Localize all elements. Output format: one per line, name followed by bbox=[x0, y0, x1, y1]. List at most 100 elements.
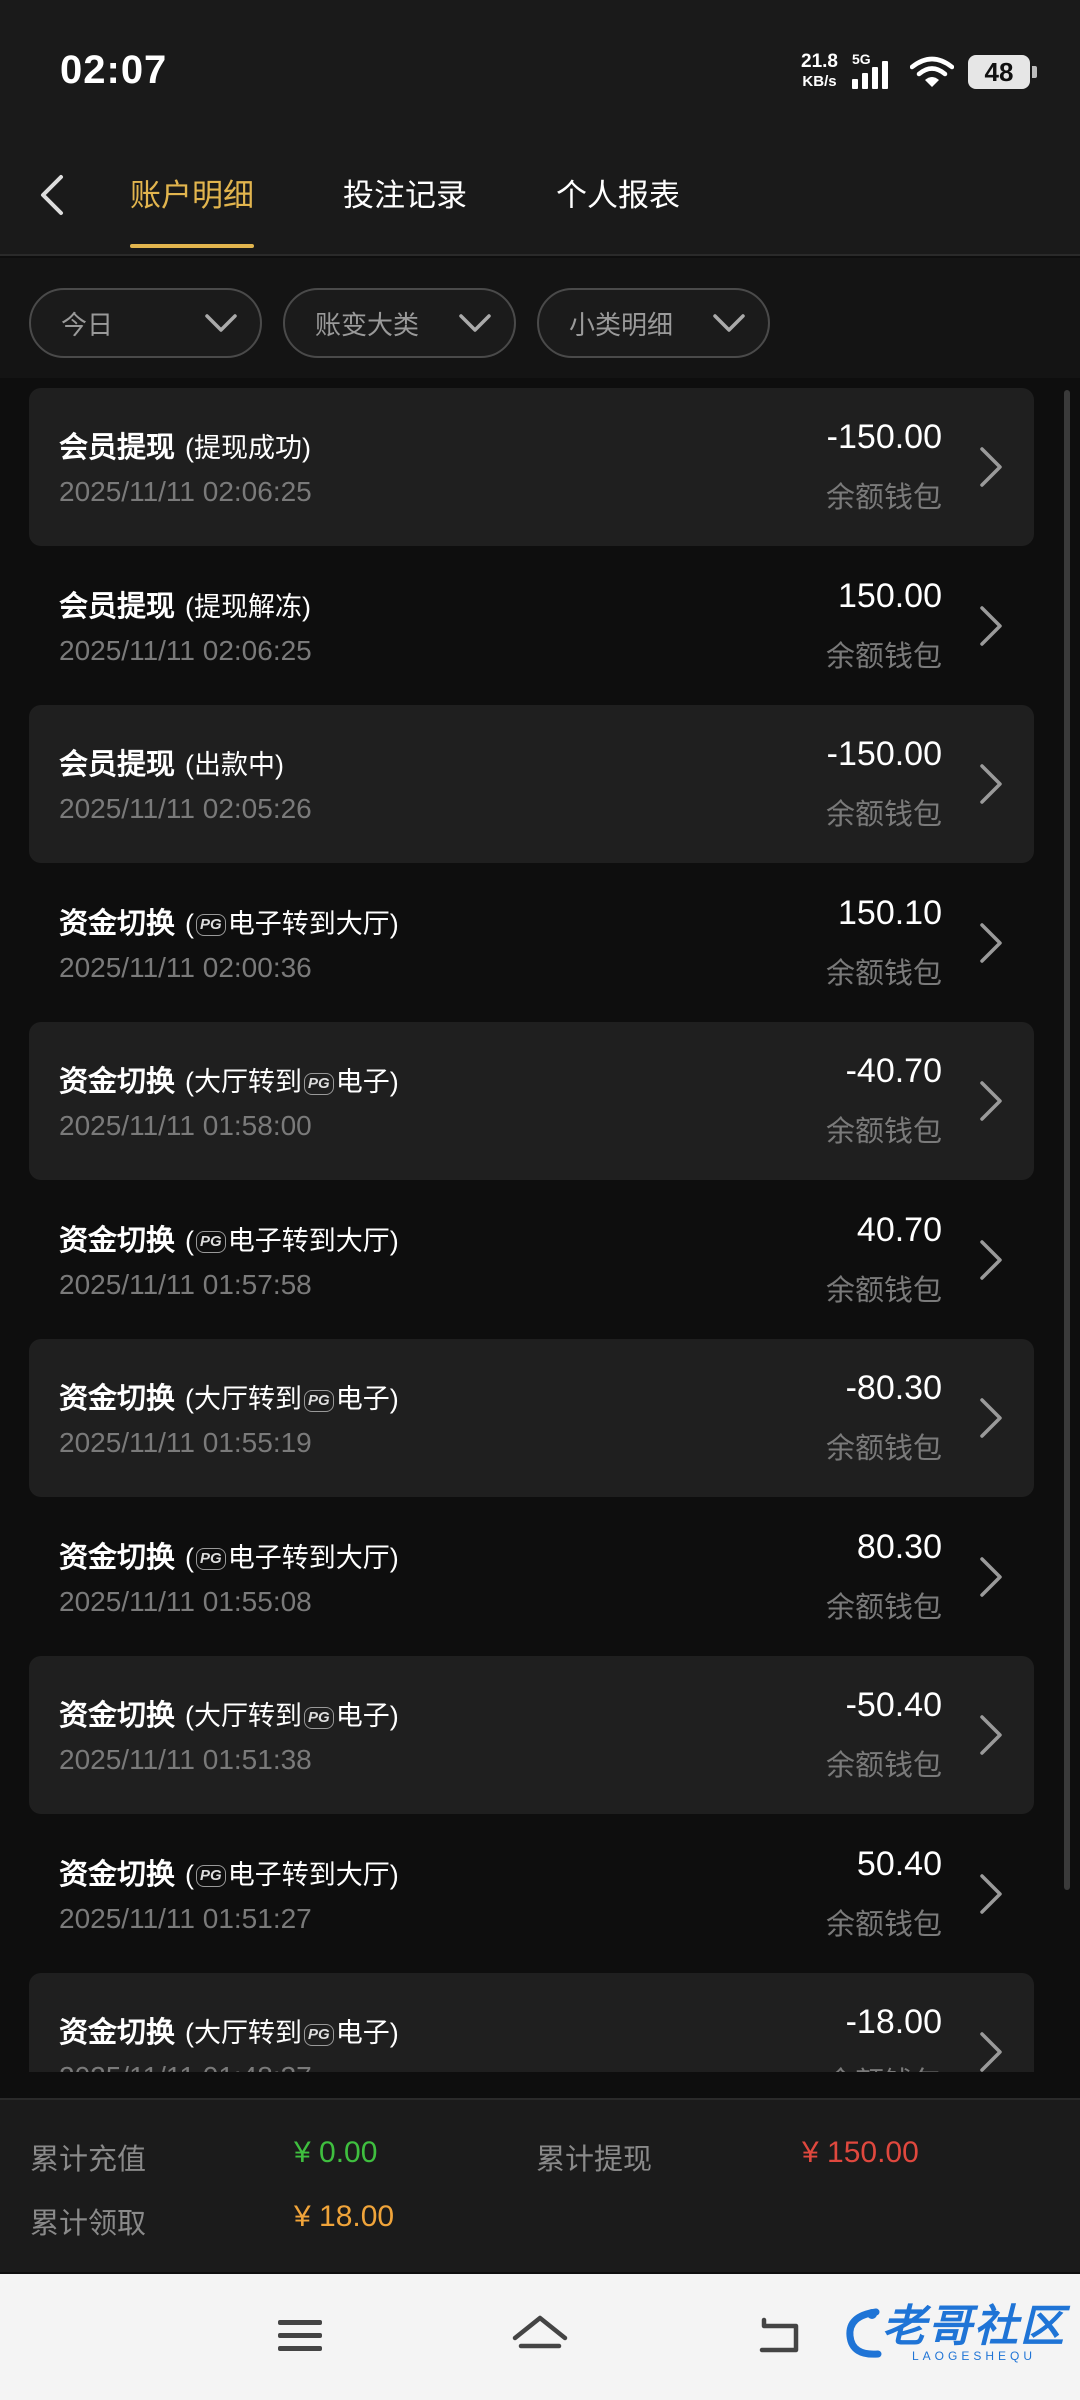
filter-date-dropdown[interactable]: 今日 bbox=[29, 288, 262, 358]
subtype-text-before: (提现解冻) bbox=[185, 591, 311, 622]
subtype-text-before: ( bbox=[185, 1225, 195, 1256]
active-tab-indicator bbox=[130, 244, 254, 248]
pg-logo-icon: PG bbox=[304, 1389, 334, 1412]
subtype-text-before: ( bbox=[185, 1542, 195, 1573]
transaction-wallet: 余额钱包 bbox=[825, 1274, 942, 1307]
transaction-date: 2025/11/11 01:51:38 bbox=[59, 1744, 312, 1775]
transaction-date: 2025/11/11 02:06:25 bbox=[59, 634, 312, 666]
pg-logo-icon: PG bbox=[196, 1548, 226, 1571]
tab-header: 账户明细 投注记录 个人报表 bbox=[0, 140, 1080, 256]
transaction-date: 2025/11/11 02:00:36 bbox=[59, 951, 312, 983]
filter-date-label: 今日 bbox=[61, 309, 114, 340]
transaction-subtype: (PG 电子转到大厅) bbox=[185, 1226, 399, 1256]
transaction-title-line: 会员提现 (提现解冻) bbox=[59, 583, 311, 625]
tab-account-details[interactable]: 账户明细 bbox=[130, 170, 254, 215]
filter-subcategory-dropdown[interactable]: 小类明细 bbox=[537, 288, 770, 358]
pg-logo-icon: PG bbox=[304, 1072, 334, 1095]
transaction-wallet: 余额钱包 bbox=[825, 957, 942, 990]
total-claim-value: ¥ 18.00 bbox=[294, 2200, 395, 2233]
transaction-subtype: (提现解冻) bbox=[185, 592, 311, 622]
chevron-right-icon bbox=[980, 1239, 1002, 1280]
transaction-title-line: 资金切换 (PG 电子转到大厅) bbox=[59, 1217, 399, 1259]
transaction-row[interactable]: 资金切换 (PG 电子转到大厅) 2025/11/11 01:57:58 40.70… bbox=[29, 1181, 1034, 1339]
transaction-title-line: 资金切换 (PG 电子转到大厅) bbox=[59, 1851, 399, 1893]
scrollbar[interactable] bbox=[1064, 390, 1070, 1890]
back-button[interactable] bbox=[22, 160, 82, 230]
chevron-right-icon bbox=[980, 2032, 1002, 2072]
transaction-row[interactable]: 资金切换 (大厅转到PG电子) 2025/11/11 01:48:37 -18.0… bbox=[29, 1973, 1034, 2072]
transaction-date: 2025/11/11 02:06:25 bbox=[59, 476, 312, 507]
transaction-list[interactable]: 会员提现 (提现成功) 2025/11/11 02:06:25 -150.00 余… bbox=[0, 380, 1080, 2072]
subtype-text-before: ( bbox=[185, 908, 195, 939]
chevron-right-icon bbox=[980, 605, 1002, 646]
transaction-row[interactable]: 资金切换 (PG 电子转到大厅) 2025/11/11 01:51:27 50.40… bbox=[29, 1815, 1034, 1973]
transaction-type: 资金切换 bbox=[59, 2017, 176, 2049]
watermark-text-block: 老哥社区 LAOGESHEQU bbox=[882, 2302, 1066, 2364]
transaction-subtype: (大厅转到 PG 电子) bbox=[185, 2018, 399, 2048]
transaction-amount: 40.70 bbox=[856, 1210, 942, 1249]
tab-personal-report[interactable]: 个人报表 bbox=[556, 170, 680, 215]
system-nav-bar: 老哥社区 LAOGESHEQU bbox=[0, 2274, 1080, 2400]
transaction-wallet: 余额钱包 bbox=[825, 1908, 942, 1941]
transaction-subtype: (PG 电子转到大厅) bbox=[185, 909, 399, 939]
transaction-subtype: (大厅转到 PG 电子) bbox=[185, 1701, 399, 1731]
transaction-amount: -18.00 bbox=[845, 2003, 942, 2041]
subtype-text-after: 电子转到大厅) bbox=[227, 1225, 399, 1256]
watermark-text: 老哥社区 bbox=[882, 2302, 1066, 2351]
transaction-wallet: 余额钱包 bbox=[825, 1750, 942, 1782]
transaction-date: 2025/11/11 01:58:00 bbox=[59, 1110, 312, 1141]
filter-category-label: 账变大类 bbox=[315, 309, 420, 340]
tab-bet-records[interactable]: 投注记录 bbox=[343, 170, 467, 215]
total-withdraw-value: ¥ 150.00 bbox=[802, 2136, 919, 2169]
transaction-subtype: (大厅转到 PG 电子) bbox=[185, 1384, 399, 1414]
transaction-date: 2025/11/11 01:48:37 bbox=[59, 2061, 312, 2072]
total-withdraw-label: 累计提现 bbox=[536, 2144, 653, 2176]
transaction-date: 2025/11/11 01:51:27 bbox=[59, 1902, 312, 1934]
transaction-subtype: (提现成功) bbox=[185, 433, 311, 463]
transaction-row[interactable]: 资金切换 (PG 电子转到大厅) 2025/11/11 02:00:36 150.1… bbox=[29, 864, 1034, 1022]
transaction-amount: -50.40 bbox=[845, 1686, 942, 1724]
chevron-right-icon bbox=[980, 922, 1002, 963]
transaction-amount: 80.30 bbox=[856, 1527, 942, 1566]
transaction-date: 2025/11/11 01:57:58 bbox=[59, 1268, 312, 1300]
transaction-amount: -150.00 bbox=[826, 735, 942, 773]
back-nav-icon[interactable] bbox=[756, 2314, 804, 2358]
transaction-row[interactable]: 资金切换 (大厅转到 PG 电子) 2025/11/11 01:58:00 -40.7… bbox=[29, 1022, 1034, 1180]
transaction-row[interactable]: 会员提现 (提现成功) 2025/11/11 02:06:25 -150.00 余… bbox=[29, 388, 1034, 546]
chevron-right-icon bbox=[980, 1715, 1002, 1755]
pg-logo-icon: PG bbox=[196, 914, 226, 937]
transaction-date: 2025/11/11 01:55:08 bbox=[59, 1585, 312, 1617]
home-icon[interactable] bbox=[511, 2314, 569, 2362]
transaction-wallet: 余额钱包 bbox=[825, 1433, 942, 1465]
filter-subcategory-label: 小类明细 bbox=[569, 309, 674, 340]
transaction-row[interactable]: 会员提现 (提现解冻) 2025/11/11 02:06:25 150.00 余额… bbox=[29, 547, 1034, 705]
pg-logo-icon: PG bbox=[304, 1706, 334, 1729]
transaction-row[interactable]: 资金切换 (大厅转到 PG 电子) 2025/11/11 01:51:38 -50.4… bbox=[29, 1656, 1034, 1814]
transaction-type: 资金切换 bbox=[59, 1700, 176, 1732]
battery-icon: 48 bbox=[968, 55, 1037, 89]
chevron-right-icon bbox=[980, 764, 1002, 804]
transaction-type: 资金切换 bbox=[59, 1541, 176, 1574]
cellular-signal-icon: 5G bbox=[852, 51, 896, 89]
transaction-type: 会员提现 bbox=[59, 590, 176, 623]
transaction-type: 资金切换 bbox=[59, 1858, 176, 1891]
menu-icon[interactable] bbox=[276, 2314, 324, 2358]
subtype-text-after: 电子转到大厅) bbox=[227, 908, 399, 939]
transaction-subtype: (出款中) bbox=[185, 750, 284, 780]
subtype-text-after: 电子) bbox=[335, 1067, 399, 1097]
subtype-text-before: ( bbox=[185, 1859, 195, 1890]
transaction-row[interactable]: 资金切换 (大厅转到 PG 电子) 2025/11/11 01:55:19 -80.3… bbox=[29, 1339, 1034, 1497]
subtype-text-after: 电子转到大厅) bbox=[227, 1542, 399, 1573]
transaction-row[interactable]: 会员提现 (出款中) 2025/11/11 02:05:26 -150.00 余额… bbox=[29, 705, 1034, 863]
transaction-title-line: 会员提现 (提现成功) bbox=[59, 424, 311, 466]
filter-category-dropdown[interactable]: 账变大类 bbox=[283, 288, 516, 358]
subtype-text-before: (大厅转到 bbox=[185, 1701, 303, 1731]
chevron-down-icon bbox=[713, 314, 745, 332]
transaction-amount: 50.40 bbox=[856, 1844, 942, 1883]
transaction-row[interactable]: 资金切换 (PG 电子转到大厅) 2025/11/11 01:55:08 80.30… bbox=[29, 1498, 1034, 1656]
subtype-text-after: 电子) bbox=[335, 1384, 399, 1414]
transaction-title-line: 资金切换 (大厅转到 PG 电子) bbox=[59, 1692, 399, 1734]
chevron-right-icon bbox=[980, 1398, 1002, 1438]
total-deposit-label: 累计充值 bbox=[30, 2144, 147, 2176]
transaction-amount: 150.10 bbox=[838, 893, 942, 932]
